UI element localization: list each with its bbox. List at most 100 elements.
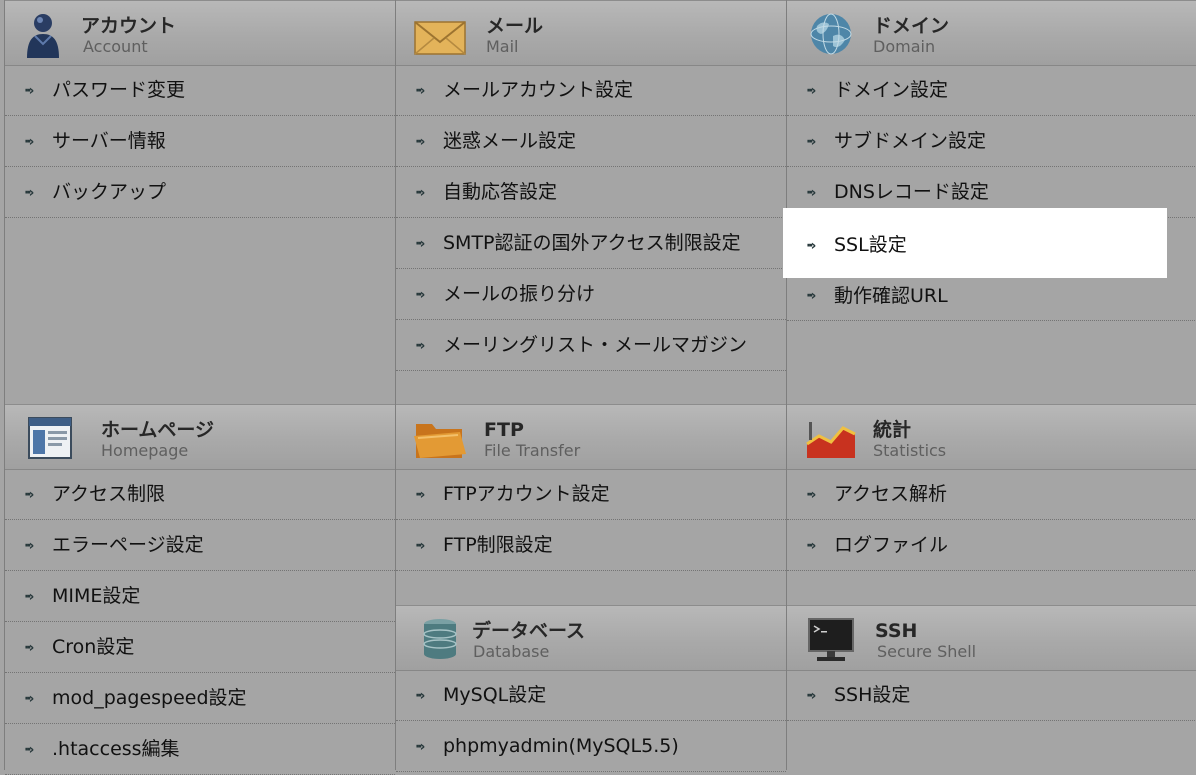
menu-item-password-change[interactable]: ··› パスワード変更 (5, 65, 395, 116)
menu-item-server-info[interactable]: ··› サーバー情報 (5, 116, 395, 167)
menu-item-label: メールアカウント設定 (443, 79, 634, 101)
arrow-right-icon: ··› (24, 185, 35, 201)
arrow-right-icon: ··› (415, 287, 426, 303)
menu-item-error-page[interactable]: ··› エラーページ設定 (5, 520, 395, 571)
menu-item-smtp-foreign-access[interactable]: ··› SMTP認証の国外アクセス制限設定 (396, 218, 786, 269)
arrow-right-icon: ··› (806, 688, 817, 704)
envelope-icon (414, 21, 466, 55)
arrow-right-icon: ··› (806, 238, 817, 254)
menu-item-label: mod_pagespeed設定 (52, 687, 247, 709)
arrow-right-icon: ··› (24, 589, 35, 605)
section-subtitle: Secure Shell (877, 642, 977, 661)
bar-chart-icon (806, 422, 856, 458)
menu-item-label: SMTP認証の国外アクセス制限設定 (443, 232, 741, 254)
browser-window-icon (28, 417, 72, 459)
section-header-mail: メール Mail (396, 0, 786, 66)
menu-item-label: アクセス制限 (52, 483, 166, 505)
menu-item-label: SSL設定 (834, 234, 907, 256)
section-subtitle: Mail (486, 37, 519, 56)
menu-item-verify-url[interactable]: ··› 動作確認URL (787, 278, 1196, 321)
menu-item-label: ドメイン設定 (834, 79, 949, 101)
menu-item-label: バックアップ (52, 181, 167, 203)
section-subtitle: Domain (873, 37, 936, 56)
menu-item-log-file[interactable]: ··› ログファイル (787, 520, 1196, 571)
section-subtitle: Account (83, 37, 148, 56)
arrow-right-icon: ··› (415, 83, 426, 99)
menu-item-label: FTPアカウント設定 (443, 483, 610, 505)
section-subtitle: Database (473, 642, 550, 661)
menu-item-auto-reply[interactable]: ··› 自動応答設定 (396, 167, 786, 218)
menu-item-label: 動作確認URL (834, 285, 948, 307)
arrow-right-icon: ··› (806, 134, 817, 150)
menu-item-label: MySQL設定 (443, 684, 547, 706)
menu-item-label: phpmyadmin(MySQL5.5) (443, 735, 679, 757)
menu-item-phpmyadmin[interactable]: ··› phpmyadmin(MySQL5.5) (396, 721, 786, 772)
menu-item-mod-pagespeed[interactable]: ··› mod_pagespeed設定 (5, 673, 395, 724)
menu-item-label: エラーページ設定 (52, 534, 204, 556)
menu-item-backup[interactable]: ··› バックアップ (5, 167, 395, 218)
arrow-right-icon: ··› (24, 691, 35, 707)
menu-item-label: ログファイル (834, 534, 949, 556)
section-title: メール (486, 15, 544, 37)
section-title: アカウント (81, 15, 177, 37)
menu-item-label: アクセス解析 (834, 483, 948, 505)
menu-item-mailing-list[interactable]: ··› メーリングリスト・メールマガジン (396, 320, 786, 371)
section-title: データベース (472, 620, 586, 642)
section-header-stats: 統計 Statistics (787, 404, 1196, 470)
arrow-right-icon: ··› (24, 640, 35, 656)
menu-item-access-restriction[interactable]: ··› アクセス制限 (5, 469, 395, 520)
menu-item-ftp-restriction[interactable]: ··› FTP制限設定 (396, 520, 786, 571)
user-icon (27, 14, 59, 58)
arrow-right-icon: ··› (415, 338, 426, 354)
menu-item-mime[interactable]: ··› MIME設定 (5, 571, 395, 622)
menu-item-label: MIME設定 (52, 585, 141, 607)
menu-item-spam-filter[interactable]: ··› 迷惑メール設定 (396, 116, 786, 167)
column-right: ドメイン Domain ··› ドメイン設定 ··› サブドメイン設定 ··› DNS… (783, 0, 1196, 770)
section-subtitle: Homepage (101, 441, 189, 460)
arrow-right-icon: ··› (24, 134, 35, 150)
arrow-right-icon: ··› (24, 538, 35, 554)
menu-item-ssl-highlighted[interactable]: ··› SSL設定 (783, 208, 1167, 278)
arrow-right-icon: ··› (24, 83, 35, 99)
menu-item-label: DNSレコード設定 (834, 181, 989, 203)
menu-item-htaccess[interactable]: ··› .htaccess編集 (5, 724, 395, 775)
arrow-right-icon: ··› (24, 742, 35, 758)
section-title: 統計 (873, 419, 912, 441)
menu-item-mysql[interactable]: ··› MySQL設定 (396, 670, 786, 721)
menu-item-label: .htaccess編集 (52, 738, 180, 760)
menu-item-label: 迷惑メール設定 (443, 130, 577, 152)
section-header-account: アカウント Account (5, 0, 395, 66)
arrow-right-icon: ··› (806, 185, 817, 201)
arrow-right-icon: ··› (415, 134, 426, 150)
section-subtitle: File Transfer (484, 441, 581, 460)
arrow-right-icon: ··› (806, 83, 817, 99)
menu-item-label: サーバー情報 (52, 130, 166, 152)
arrow-right-icon: ··› (415, 236, 426, 252)
section-header-homepage: ホームページ Homepage (5, 404, 395, 470)
section-header-domain: ドメイン Domain (787, 0, 1196, 66)
menu-item-label: メーリングリスト・メールマガジン (443, 334, 748, 356)
menu-item-ssh-settings[interactable]: ··› SSH設定 (787, 670, 1196, 721)
menu-item-label: SSH設定 (834, 684, 911, 706)
menu-item-mail-filter[interactable]: ··› メールの振り分け (396, 269, 786, 320)
menu-item-label: 自動応答設定 (443, 181, 558, 203)
section-title: ドメイン (873, 15, 950, 37)
menu-item-domain-settings[interactable]: ··› ドメイン設定 (787, 65, 1196, 116)
section-header-ftp: FTP File Transfer (396, 404, 786, 470)
database-icon (423, 619, 457, 659)
menu-item-subdomain[interactable]: ··› サブドメイン設定 (787, 116, 1196, 167)
menu-item-label: Cron設定 (52, 636, 135, 658)
menu-item-access-analysis[interactable]: ··› アクセス解析 (787, 469, 1196, 520)
arrow-right-icon: ··› (806, 487, 817, 503)
menu-item-label: パスワード変更 (52, 79, 186, 101)
arrow-right-icon: ··› (24, 487, 35, 503)
terminal-icon (808, 618, 854, 661)
column-left: アカウント Account ··› パスワード変更 ··› サーバー情報 ··› バッ… (4, 0, 395, 775)
menu-item-ftp-account[interactable]: ··› FTPアカウント設定 (396, 469, 786, 520)
server-panel-menu: アカウント Account ··› パスワード変更 ··› サーバー情報 ··› バッ… (4, 0, 1196, 775)
arrow-right-icon: ··› (415, 185, 426, 201)
menu-item-cron[interactable]: ··› Cron設定 (5, 622, 395, 673)
arrow-right-icon: ··› (415, 688, 426, 704)
menu-item-mail-account[interactable]: ··› メールアカウント設定 (396, 65, 786, 116)
section-subtitle: Statistics (873, 441, 947, 460)
